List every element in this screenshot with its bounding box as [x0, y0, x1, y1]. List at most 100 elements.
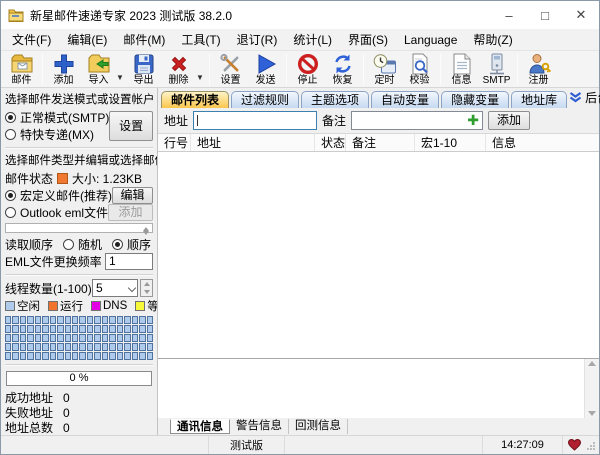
- thread-count-combo[interactable]: 5: [92, 279, 138, 297]
- radio-macro-mail[interactable]: 宏定义邮件(推荐) 编辑: [5, 187, 153, 204]
- toolbar-verify-button[interactable]: 校验: [402, 52, 437, 86]
- log-tab-communication[interactable]: 通讯信息: [170, 419, 230, 434]
- resize-grip[interactable]: [586, 440, 595, 450]
- thread-cell: [146, 352, 153, 360]
- thread-cell: [49, 343, 57, 351]
- toolbar-register-button[interactable]: 注册: [521, 52, 556, 86]
- toolbar-send-button[interactable]: 发送: [248, 52, 283, 86]
- log-tab-feedback[interactable]: 回测信息: [289, 419, 348, 434]
- status-cell-right: [563, 436, 599, 454]
- settings-button[interactable]: 设置: [109, 111, 153, 141]
- thread-cell: [131, 316, 139, 324]
- toolbar-settings-button[interactable]: 设置: [213, 52, 248, 86]
- chevron-down-icon: [127, 283, 137, 293]
- menu-statistics[interactable]: 统计(L): [285, 29, 340, 50]
- address-label: 地址: [164, 114, 189, 128]
- toolbar-export-button[interactable]: 导出: [126, 52, 161, 86]
- export-icon: [133, 52, 155, 75]
- menu-file[interactable]: 文件(F): [4, 29, 59, 50]
- menu-unsubscribe[interactable]: 退订(R): [229, 29, 286, 50]
- add-icon: [53, 52, 75, 75]
- thread-cell: [101, 316, 109, 324]
- tab-address-library[interactable]: 地址库: [511, 91, 568, 108]
- menu-interface[interactable]: 界面(S): [340, 29, 396, 50]
- thread-cell: [124, 325, 131, 333]
- toolbar-smtp-button[interactable]: SMTP: [479, 52, 514, 86]
- toolbar-separator: [286, 53, 287, 85]
- column-header-remark[interactable]: 备注: [346, 134, 415, 151]
- minimize-button[interactable]: –: [491, 1, 527, 29]
- thread-cell: [79, 343, 86, 351]
- edit-button[interactable]: 编辑: [112, 187, 153, 204]
- column-header-macro[interactable]: 宏1-10: [415, 134, 486, 151]
- menu-edit[interactable]: 编辑(E): [59, 29, 115, 50]
- toolbar: 邮件 添加 导入 ▼ 导出 删除 ▼ 设置 发送 停止 恢复 定时 校验 信息 …: [1, 50, 599, 88]
- close-button[interactable]: ✕: [563, 1, 599, 29]
- menu-mail[interactable]: 邮件(M): [115, 29, 173, 50]
- thread-cell: [124, 343, 131, 351]
- thread-count-spinner[interactable]: [140, 279, 153, 297]
- menu-language[interactable]: Language: [396, 31, 465, 49]
- radio-express-mx[interactable]: 特快专递(MX): [5, 126, 109, 143]
- maximize-button[interactable]: □: [527, 1, 563, 29]
- title-bar: 新星邮件速递专家 2023 测试版 38.2.0 – □ ✕: [1, 1, 599, 29]
- toolbar-info-button[interactable]: 信息: [444, 52, 479, 86]
- column-header-status[interactable]: 状态: [315, 134, 346, 151]
- thread-cell: [109, 352, 116, 360]
- column-header-info[interactable]: 信息: [486, 134, 599, 151]
- radio-outlook-eml[interactable]: Outlook eml文件 添加: [5, 204, 153, 221]
- info-icon: [452, 52, 472, 75]
- thread-cell: [64, 334, 72, 342]
- thread-cell: [19, 316, 27, 324]
- background-run-toggle[interactable]: 后台运行: [569, 89, 600, 108]
- eml-combo-spinner[interactable]: [140, 225, 151, 235]
- thread-cell: [79, 316, 86, 324]
- tab-filter-rules[interactable]: 过滤规则: [231, 91, 300, 108]
- add-address-button[interactable]: 添加: [488, 111, 531, 130]
- toolbar-mail-button[interactable]: 邮件: [4, 52, 39, 86]
- import-dropdown-caret[interactable]: ▼: [116, 57, 126, 82]
- tab-hidden-variables[interactable]: 隐藏变量: [441, 91, 510, 108]
- radio-icon: [5, 207, 16, 218]
- toolbar-import-button[interactable]: 导入: [81, 52, 116, 86]
- scroll-up-icon[interactable]: [588, 361, 596, 366]
- thread-cell: [72, 343, 79, 351]
- send-mode-title: 选择邮件发送模式或设置帐户: [5, 94, 155, 106]
- menu-help[interactable]: 帮助(Z): [465, 29, 520, 50]
- table-header: 行号 地址 状态 备注 宏1-10 信息: [158, 133, 599, 152]
- log-text[interactable]: [158, 359, 584, 418]
- thread-cell: [94, 334, 101, 342]
- remark-input[interactable]: ✚: [351, 111, 484, 130]
- toolbar-resume-button[interactable]: 恢复: [325, 52, 360, 86]
- address-input[interactable]: [193, 111, 318, 130]
- thread-cell: [124, 316, 131, 324]
- toolbar-schedule-button[interactable]: 定时: [367, 52, 402, 86]
- radio-sequence[interactable]: 顺序: [112, 235, 151, 253]
- eml-file-combo[interactable]: [5, 223, 153, 235]
- radio-normal-smtp[interactable]: 正常模式(SMTP): [5, 109, 109, 126]
- toolbar-delete-button[interactable]: 删除: [161, 52, 196, 86]
- column-header-row-number[interactable]: 行号: [158, 134, 191, 151]
- eml-frequency-input[interactable]: 1: [105, 253, 153, 270]
- tab-subject-options[interactable]: 主题选项: [301, 91, 370, 108]
- success-count-value: 0: [63, 390, 70, 405]
- thread-cell: [131, 343, 139, 351]
- spinner-down-icon: [142, 231, 149, 235]
- toolbar-add-button[interactable]: 添加: [46, 52, 81, 86]
- toolbar-stop-button[interactable]: 停止: [290, 52, 325, 86]
- tab-mail-list[interactable]: 邮件列表: [161, 91, 230, 108]
- add-remark-plus-icon[interactable]: ✚: [467, 112, 479, 129]
- radio-random[interactable]: 随机: [63, 235, 102, 253]
- column-header-address[interactable]: 地址: [191, 134, 315, 151]
- toolbar-separator: [517, 53, 518, 85]
- delete-dropdown-caret[interactable]: ▼: [196, 57, 206, 82]
- log-tab-warning[interactable]: 警告信息: [230, 419, 289, 434]
- mail-status-label: 邮件状态: [5, 172, 54, 186]
- settings-icon: [219, 52, 243, 75]
- log-scrollbar[interactable]: [584, 359, 599, 418]
- scroll-down-icon[interactable]: [588, 411, 596, 416]
- menu-tools[interactable]: 工具(T): [173, 29, 228, 50]
- status-bar: 测试版 14:27:09: [1, 435, 599, 454]
- tab-auto-variables[interactable]: 自动变量: [371, 91, 440, 108]
- mail-list-table-body[interactable]: [158, 152, 599, 358]
